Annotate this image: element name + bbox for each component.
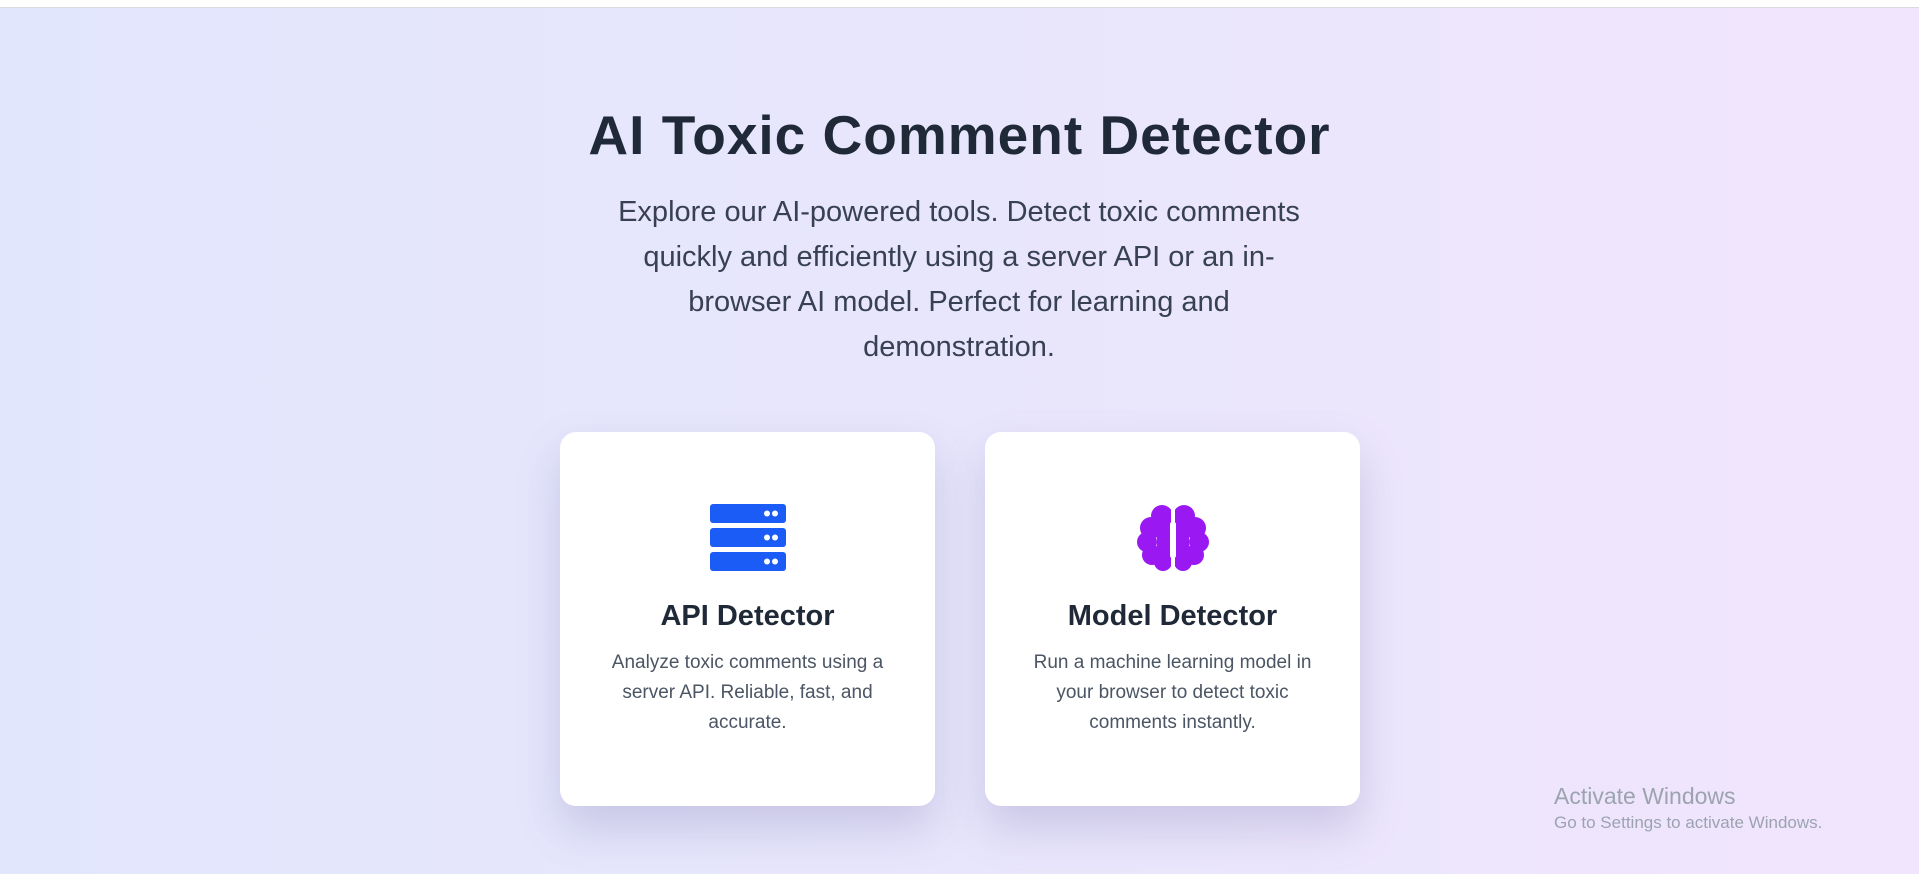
server-icon	[560, 504, 935, 576]
page-background: AI Toxic Comment Detector Explore our AI…	[0, 7, 1919, 874]
api-detector-description: Analyze toxic comments using a server AP…	[611, 652, 884, 733]
page-title: AI Toxic Comment Detector	[588, 104, 1331, 166]
watermark-subtitle: Go to Settings to activate Windows.	[1554, 813, 1823, 832]
model-detector-title: Model Detector	[1067, 600, 1278, 632]
api-detector-title: API Detector	[660, 600, 835, 632]
api-detector-card[interactable]: API Detector Analyze toxic comments usin…	[560, 432, 935, 806]
watermark-title: Activate Windows	[1554, 783, 1736, 809]
brain-icon	[985, 504, 1360, 576]
activate-windows-watermark: Activate Windows Go to Settings to activ…	[1554, 781, 1822, 835]
model-detector-card[interactable]: Model Detector Run a machine learning mo…	[985, 432, 1360, 806]
model-detector-description: Run a machine learning model in your bro…	[1033, 652, 1312, 733]
page-subtitle: Explore our AI-powered tools. Detect tox…	[618, 196, 1300, 363]
